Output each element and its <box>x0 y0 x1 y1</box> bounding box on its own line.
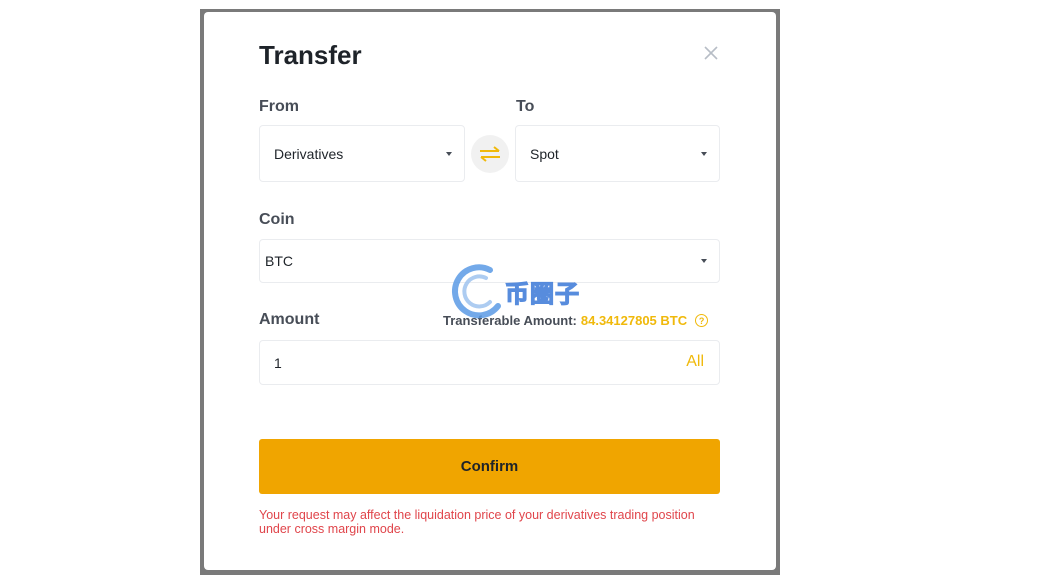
coin-label: Coin <box>259 211 295 228</box>
close-icon <box>704 46 718 60</box>
amount-input[interactable] <box>260 341 660 384</box>
from-label: From <box>259 98 299 115</box>
to-label: To <box>516 98 535 115</box>
watermark-logo-icon <box>452 264 501 319</box>
modal-title: Transfer <box>259 40 362 70</box>
caret-down-icon <box>446 151 452 156</box>
coin-value: BTC <box>265 253 293 269</box>
from-account-value: Derivatives <box>274 145 344 162</box>
caret-down-icon <box>701 259 707 263</box>
swap-arrows-icon <box>480 146 500 162</box>
from-account-select[interactable]: Derivatives <box>259 125 465 182</box>
watermark: 币圈子 <box>450 262 600 320</box>
question-circle-icon[interactable]: ? <box>695 314 709 327</box>
caret-down-icon <box>701 151 707 156</box>
swap-accounts-button[interactable] <box>471 135 509 173</box>
watermark-text: 币圈子 <box>504 279 580 308</box>
to-account-select[interactable]: Spot <box>515 125 720 182</box>
all-button[interactable]: All <box>686 353 704 371</box>
to-account-value: Spot <box>530 145 559 162</box>
liquidation-warning: Your request may affect the liquidation … <box>259 508 695 536</box>
confirm-button[interactable]: Confirm <box>259 439 720 494</box>
close-button[interactable] <box>700 42 722 64</box>
amount-field: All <box>259 340 720 385</box>
amount-label: Amount <box>259 311 320 328</box>
